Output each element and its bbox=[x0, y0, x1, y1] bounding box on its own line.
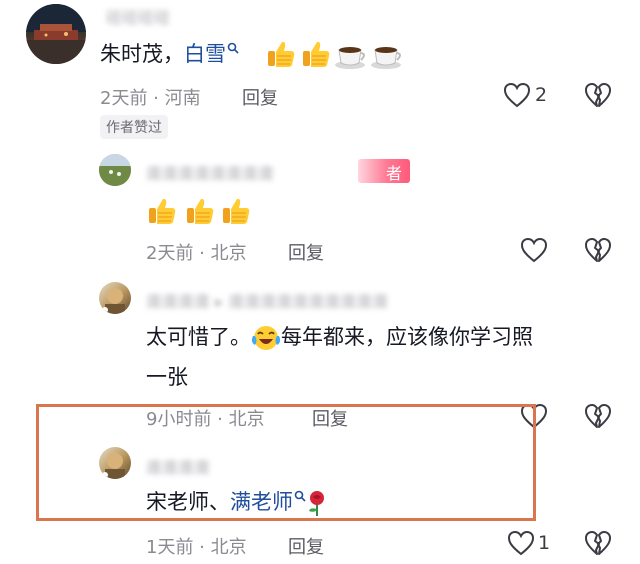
broken-heart-icon[interactable] bbox=[584, 403, 612, 429]
thumbs-up-emoji bbox=[268, 41, 295, 67]
heart-outline-icon[interactable] bbox=[507, 530, 535, 556]
author-name[interactable]: 碰碰碰碰 bbox=[106, 4, 170, 28]
thumbs-up-emoji bbox=[223, 198, 250, 224]
reply-button[interactable]: 回复 bbox=[288, 533, 324, 559]
comment-meta: 2天前 · 北京 bbox=[146, 243, 247, 264]
comment-text-part1: 太可惜了。 bbox=[146, 325, 251, 349]
comment-text: 太可惜了。 每年都来，应该像你学习照 bbox=[146, 322, 533, 352]
heart-outline-icon[interactable] bbox=[520, 237, 548, 263]
avatar-image bbox=[99, 154, 131, 186]
comment-meta: 2天前 · 河南 bbox=[100, 88, 201, 109]
search-icon[interactable] bbox=[227, 42, 239, 54]
avatar-image bbox=[102, 288, 125, 314]
like-count: 1 bbox=[538, 532, 551, 554]
thumbs-up-emoji bbox=[187, 198, 214, 224]
avatar[interactable] bbox=[26, 4, 86, 64]
coffee-emoji bbox=[335, 47, 365, 69]
coffee-emoji bbox=[371, 47, 401, 69]
comment-text-part2: 每年都来，应该像你学习照 bbox=[281, 325, 533, 349]
author-liked-badge: 作者赞过 bbox=[100, 115, 168, 139]
broken-heart-icon[interactable] bbox=[584, 237, 612, 263]
avatar[interactable] bbox=[99, 282, 131, 314]
highlight-box bbox=[36, 404, 536, 521]
broken-heart-icon[interactable] bbox=[584, 530, 612, 556]
crying-laughing-emoji bbox=[251, 326, 281, 350]
broken-heart-icon[interactable] bbox=[584, 82, 612, 108]
avatar[interactable] bbox=[99, 154, 131, 186]
heart-outline-icon[interactable] bbox=[503, 82, 531, 108]
comment-text: 朱时茂，白雪 bbox=[100, 39, 239, 69]
comment-text-line2: 一张 bbox=[146, 365, 188, 389]
name-tag-label: 者 bbox=[386, 164, 403, 183]
comment-text-lead: 朱时茂， bbox=[100, 42, 184, 66]
reply-button[interactable]: 回复 bbox=[288, 239, 324, 265]
thumbs-up-emoji bbox=[303, 41, 330, 67]
reply-button[interactable]: 回复 bbox=[242, 84, 278, 110]
like-count: 2 bbox=[535, 84, 548, 106]
name-tag bbox=[358, 159, 410, 183]
comment-meta: 1天前 · 北京 bbox=[146, 537, 247, 558]
mention-link[interactable]: 白雪 bbox=[184, 42, 226, 66]
author-name[interactable]: 庸庸庸庸庸庸庸庸 bbox=[146, 160, 274, 184]
thumbs-up-emoji bbox=[149, 198, 176, 224]
avatar-image bbox=[26, 4, 86, 64]
author-name[interactable]: 庸庸庸庸 ▸ 庸庸庸庸庸庸庸庸庸庸 bbox=[146, 288, 388, 312]
